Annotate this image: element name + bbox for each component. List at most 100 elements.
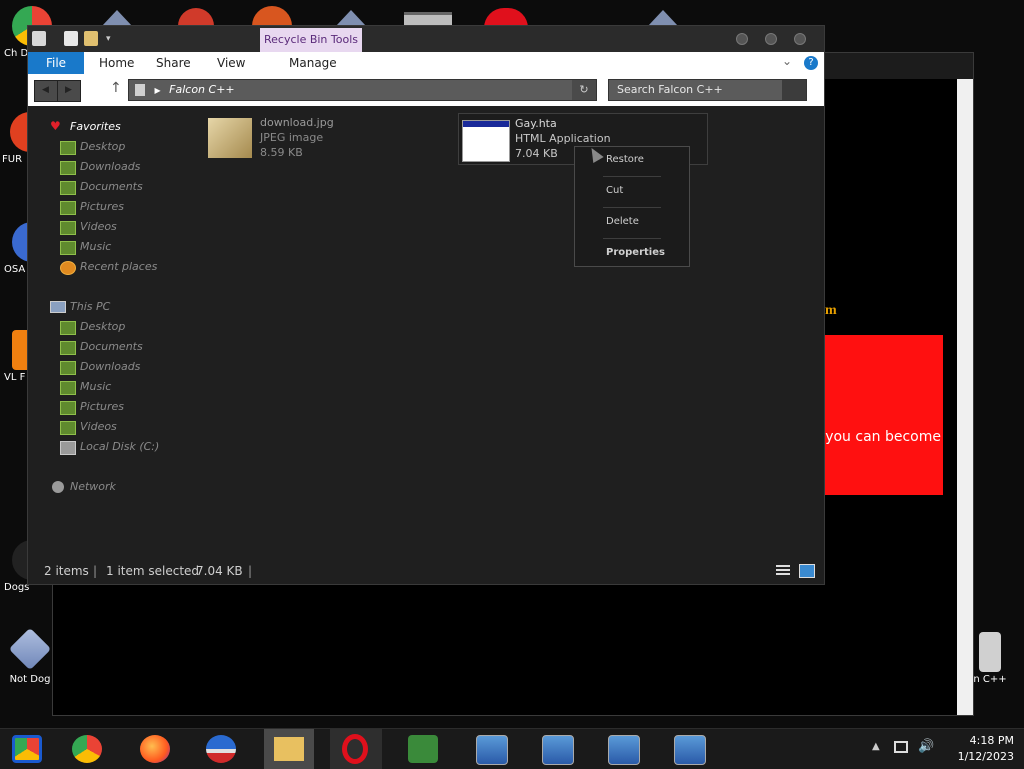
nav-pc-downloads[interactable]: Downloads bbox=[60, 360, 140, 375]
file-name: download.jpg bbox=[260, 116, 334, 129]
desktop-icon bbox=[60, 321, 76, 335]
status-selected: 1 item selected bbox=[106, 564, 200, 578]
tab-home[interactable]: Home bbox=[99, 52, 134, 74]
taskbar-obama-icon[interactable] bbox=[206, 735, 236, 763]
desktop-icon-top-4[interactable] bbox=[336, 10, 366, 26]
search-input[interactable]: Search Falcon C++ bbox=[608, 79, 807, 101]
menu-item-properties[interactable]: Properties bbox=[606, 247, 665, 258]
nav-fav-pictures-label: Pictures bbox=[80, 200, 125, 213]
nav-fav-music[interactable]: Music bbox=[60, 240, 111, 255]
menu-item-restore[interactable]: Restore bbox=[606, 154, 644, 165]
desktop-icon-notdog[interactable]: Not Dog bbox=[2, 627, 58, 685]
details-view-icon[interactable] bbox=[776, 565, 790, 577]
nav-pc-videos-label: Videos bbox=[80, 420, 117, 433]
status-divider: | bbox=[248, 564, 253, 578]
address-bar[interactable]: ▶ Falcon C++ ↻ bbox=[128, 79, 597, 101]
pictures-icon bbox=[60, 201, 76, 215]
nav-pc-local-disk[interactable]: Local Disk (C:) bbox=[60, 440, 160, 455]
desktop-icon bbox=[60, 141, 76, 155]
back-button[interactable]: ◀ bbox=[34, 80, 58, 102]
taskbar-file-explorer-icon[interactable] bbox=[264, 729, 314, 769]
new-folder-qat-icon[interactable] bbox=[84, 31, 98, 46]
explorer-titlebar[interactable]: ▾ Recycle Bin Tools bbox=[28, 26, 824, 52]
documents-icon bbox=[60, 181, 76, 195]
qat-dropdown-icon[interactable]: ▾ bbox=[106, 34, 111, 44]
taskbar-opera-icon[interactable] bbox=[330, 729, 382, 769]
menu-item-delete[interactable]: Delete bbox=[606, 216, 639, 227]
taskbar-chrome-alt-icon[interactable] bbox=[12, 735, 42, 763]
music-icon bbox=[60, 241, 76, 255]
properties-qat-icon[interactable] bbox=[64, 31, 78, 46]
taskbar: ▲ 🔊 4:18 PM 1/12/2023 bbox=[0, 728, 1024, 769]
nav-fav-downloads-label: Downloads bbox=[80, 160, 141, 173]
clock-time: 4:18 PM bbox=[969, 734, 1014, 747]
desktop-icon-top-7[interactable] bbox=[648, 10, 678, 26]
tab-view[interactable]: View bbox=[217, 52, 245, 74]
close-button[interactable] bbox=[794, 33, 806, 45]
file-item[interactable]: download.jpg JPEG image 8.59 KB bbox=[208, 116, 408, 160]
nav-pc-music[interactable]: Music bbox=[60, 380, 111, 395]
desktop-icon-top-1[interactable] bbox=[102, 10, 132, 26]
help-icon[interactable]: ? bbox=[804, 56, 818, 70]
menu-item-cut[interactable]: Cut bbox=[606, 185, 623, 196]
nav-pc-desktop[interactable]: Desktop bbox=[60, 320, 125, 335]
tray-show-hidden-icon[interactable]: ▲ bbox=[872, 741, 880, 752]
nav-network[interactable]: Network bbox=[70, 480, 116, 493]
context-menu: Restore Cut Delete Properties bbox=[574, 146, 690, 267]
nav-this-pc[interactable]: This PC bbox=[70, 300, 110, 313]
nav-fav-videos[interactable]: Videos bbox=[60, 220, 117, 235]
explorer-window[interactable]: ▾ Recycle Bin Tools File Home Share View… bbox=[27, 25, 825, 585]
status-item-count: 2 items bbox=[44, 564, 89, 578]
favorites-heart-icon: ♥ bbox=[50, 119, 61, 133]
nav-pc-videos[interactable]: Videos bbox=[60, 420, 117, 435]
background-window-scrollbar[interactable] bbox=[957, 79, 973, 715]
taskbar-chrome-icon[interactable] bbox=[72, 735, 102, 763]
recycle-bin-icon bbox=[32, 31, 46, 46]
nav-favorites[interactable]: Favorites bbox=[70, 120, 121, 133]
maximize-button[interactable] bbox=[765, 33, 777, 45]
ribbon-expand-icon[interactable]: ⌄ bbox=[782, 54, 792, 68]
tab-share[interactable]: Share bbox=[156, 52, 191, 74]
downloads-icon bbox=[60, 361, 76, 375]
search-icon[interactable] bbox=[782, 80, 806, 100]
taskbar-app-icon-2[interactable] bbox=[542, 735, 574, 765]
forward-button[interactable]: ▶ bbox=[57, 80, 81, 102]
tab-file[interactable]: File bbox=[28, 52, 84, 74]
image-icon bbox=[208, 118, 252, 158]
taskbar-app-icon-1[interactable] bbox=[476, 735, 508, 765]
taskbar-app-icon-3[interactable] bbox=[608, 735, 640, 765]
status-size: 7.04 KB bbox=[196, 564, 243, 578]
nav-pc-documents[interactable]: Documents bbox=[60, 340, 143, 355]
nav-pc-documents-label: Documents bbox=[80, 340, 143, 353]
taskbar-network-users-icon[interactable] bbox=[408, 735, 438, 763]
nav-pc-local-disk-label: Local Disk (C:) bbox=[80, 440, 160, 453]
hta-icon bbox=[462, 120, 510, 162]
recycle-bin-icon bbox=[979, 632, 1001, 672]
search-placeholder: Search Falcon C++ bbox=[617, 83, 723, 96]
red-banner-text-span: r you can become bbox=[825, 429, 941, 445]
taskbar-firefox-icon[interactable] bbox=[140, 735, 170, 763]
volume-tray-icon[interactable]: 🔊 bbox=[918, 739, 934, 754]
file-type: HTML Application bbox=[515, 132, 611, 145]
large-icons-view-icon[interactable] bbox=[799, 564, 815, 578]
network-tray-icon[interactable] bbox=[894, 741, 908, 753]
nav-fav-downloads[interactable]: Downloads bbox=[60, 160, 141, 175]
status-bar: 2 items | 1 item selected 7.04 KB | bbox=[28, 558, 824, 584]
nav-fav-recent-label: Recent places bbox=[80, 260, 158, 273]
nav-fav-documents[interactable]: Documents bbox=[60, 180, 143, 195]
nav-fav-desktop[interactable]: Desktop bbox=[60, 140, 125, 155]
address-text: Falcon C++ bbox=[169, 83, 235, 96]
taskbar-app-icon-4[interactable] bbox=[674, 735, 706, 765]
nav-fav-recent[interactable]: Recent places bbox=[60, 260, 158, 275]
up-arrow-icon[interactable]: ↑ bbox=[110, 80, 122, 96]
tab-manage[interactable]: Manage bbox=[289, 52, 337, 74]
documents-icon bbox=[60, 341, 76, 355]
recycle-bin-tools-tab[interactable]: Recycle Bin Tools bbox=[260, 28, 362, 52]
background-text-fragment: m bbox=[825, 303, 837, 318]
nav-fav-pictures[interactable]: Pictures bbox=[60, 200, 125, 215]
nav-pc-pictures[interactable]: Pictures bbox=[60, 400, 124, 415]
minimize-button[interactable] bbox=[736, 33, 748, 45]
system-clock[interactable]: 4:18 PM 1/12/2023 bbox=[958, 733, 1014, 765]
back-arrow-icon: ◀ bbox=[42, 85, 49, 95]
refresh-icon[interactable]: ↻ bbox=[572, 80, 596, 100]
